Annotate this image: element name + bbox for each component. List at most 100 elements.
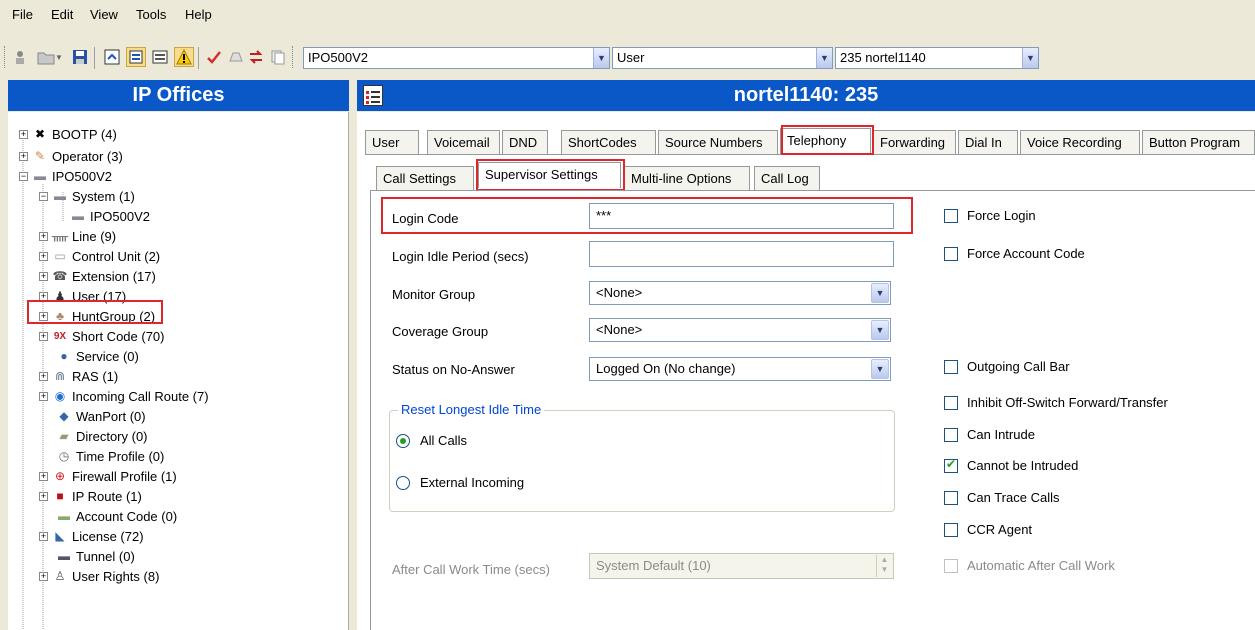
validate-icon[interactable]: [204, 47, 224, 67]
tree-item-directory[interactable]: ▰ Directory (0): [56, 426, 148, 446]
tab-dial-in[interactable]: Dial In: [958, 130, 1018, 154]
tree-item-ip-route[interactable]: + ■ IP Route (1): [39, 486, 142, 506]
force-login-checkbox[interactable]: [944, 209, 958, 223]
collapse-icon[interactable]: −: [19, 171, 28, 181]
telephony-tab-highlight: [781, 125, 874, 155]
tree-item-service[interactable]: ● Service (0): [56, 346, 138, 366]
subtab-multi-line-options[interactable]: Multi-line Options: [624, 166, 750, 190]
expand-icon[interactable]: +: [39, 231, 48, 241]
tree-item-system-ipo500v2[interactable]: ▬ IPO500V2: [70, 206, 150, 226]
record-type-select[interactable]: User ▼: [612, 47, 833, 69]
warning-icon[interactable]: [174, 47, 194, 67]
tree-item-ipo500v2[interactable]: − ▬ IPO500V2: [19, 166, 112, 186]
group-pane-icon[interactable]: [150, 47, 170, 67]
expand-icon[interactable]: +: [39, 531, 48, 541]
cannot-be-intruded-checkbox[interactable]: [944, 457, 958, 473]
tree-item-label: IP Route (1): [72, 488, 142, 504]
collapse-icon[interactable]: −: [39, 191, 48, 201]
expand-icon[interactable]: +: [39, 471, 48, 481]
tab-source-numbers[interactable]: Source Numbers: [658, 130, 778, 154]
save-icon[interactable]: [70, 47, 90, 67]
ccr-agent-checkbox[interactable]: [944, 523, 958, 537]
tree-item-tunnel[interactable]: ▬ Tunnel (0): [56, 546, 135, 566]
force-account-code-checkbox[interactable]: [944, 247, 958, 261]
expand-icon[interactable]: +: [39, 571, 48, 581]
tree-item-user-rights[interactable]: + ♙ User Rights (8): [39, 566, 159, 586]
can-intrude-checkbox[interactable]: [944, 428, 958, 442]
expand-icon[interactable]: +: [39, 371, 48, 381]
tree-item-extension[interactable]: + ☎ Extension (17): [39, 266, 156, 286]
pane-splitter[interactable]: [349, 80, 357, 630]
offline-icon[interactable]: [10, 47, 30, 67]
tree-item-system[interactable]: − ▬ System (1): [39, 186, 135, 206]
tab-user[interactable]: User: [365, 130, 419, 154]
all-calls-radio[interactable]: [396, 434, 410, 448]
open-folder-icon[interactable]: [36, 47, 56, 67]
expand-icon[interactable]: +: [39, 251, 48, 261]
expand-icon[interactable]: +: [39, 491, 48, 501]
coverage-group-value: <None>: [596, 322, 643, 337]
menu-file[interactable]: File: [12, 7, 33, 22]
can-trace-calls-checkbox[interactable]: [944, 491, 958, 505]
cannot-be-intruded-label: Cannot be Intruded: [967, 458, 1079, 473]
tree-item-incoming-call-route[interactable]: + ◉ Incoming Call Route (7): [39, 386, 209, 406]
system-select[interactable]: IPO500V2 ▼: [303, 47, 610, 69]
outgoing-call-bar-checkbox[interactable]: [944, 360, 958, 374]
expand-icon[interactable]: +: [19, 129, 28, 139]
subtab-call-log[interactable]: Call Log: [754, 166, 820, 190]
status-no-answer-value: Logged On (No change): [596, 361, 736, 376]
expand-icon[interactable]: +: [39, 271, 48, 281]
tab-voice-recording[interactable]: Voice Recording: [1020, 130, 1140, 154]
tab-voicemail[interactable]: Voicemail: [427, 130, 500, 154]
tab-button-programming[interactable]: Button Program: [1142, 130, 1255, 154]
record-select[interactable]: 235 nortel1140 ▼: [835, 47, 1039, 69]
chevron-down-icon[interactable]: ▼: [871, 283, 889, 303]
tab-dnd[interactable]: DND: [502, 130, 548, 154]
chevron-down-icon[interactable]: ▼: [871, 359, 889, 379]
tree-item-license[interactable]: + ◣ License (72): [39, 526, 144, 546]
outgoing-call-bar-label: Outgoing Call Bar: [967, 359, 1070, 374]
external-incoming-radio[interactable]: [396, 476, 410, 490]
chevron-down-icon[interactable]: ▼: [816, 48, 832, 68]
tree-item-control-unit[interactable]: + ▭ Control Unit (2): [39, 246, 160, 266]
tree-item-short-code[interactable]: +9X Short Code (70): [39, 326, 165, 346]
chevron-down-icon[interactable]: ▼: [593, 48, 609, 68]
tree-item-label: BOOTP (4): [52, 126, 117, 142]
menu-edit[interactable]: Edit: [51, 7, 73, 22]
tree-item-account-code[interactable]: ▬ Account Code (0): [56, 506, 177, 526]
tree-item-ras[interactable]: + ⋒ RAS (1): [39, 366, 118, 386]
expand-icon[interactable]: +: [19, 151, 28, 161]
tree-item-wanport[interactable]: ◆ WanPort (0): [56, 406, 145, 426]
chevron-down-icon[interactable]: ▼: [1022, 48, 1038, 68]
menu-view[interactable]: View: [90, 7, 118, 22]
tab-shortcodes[interactable]: ShortCodes: [561, 130, 656, 154]
tree-item-firewall-profile[interactable]: + ⊕ Firewall Profile (1): [39, 466, 177, 486]
menu-tools[interactable]: Tools: [136, 7, 166, 22]
expand-icon[interactable]: +: [39, 391, 48, 401]
chevron-down-icon[interactable]: ▼: [54, 47, 64, 67]
tree-item-label: Directory (0): [76, 428, 148, 444]
status-no-answer-select[interactable]: Logged On (No change) ▼: [589, 357, 891, 381]
inhibit-off-switch-checkbox[interactable]: [944, 396, 958, 410]
tree-item-bootp[interactable]: + ✖ BOOTP (4): [19, 124, 117, 144]
chevron-down-icon[interactable]: ▼: [871, 320, 889, 340]
navigation-pane-icon[interactable]: [126, 47, 146, 67]
tree-item-operator[interactable]: + ✎ Operator (3): [19, 146, 123, 166]
collapse-icon[interactable]: [102, 47, 122, 67]
system-select-value: IPO500V2: [308, 50, 368, 65]
monitor-group-select[interactable]: <None> ▼: [589, 281, 891, 305]
tab-forwarding[interactable]: Forwarding: [873, 130, 956, 154]
tree-item-line[interactable]: + ᚅ Line (9): [39, 226, 116, 246]
coverage-group-select[interactable]: <None> ▼: [589, 318, 891, 342]
ccr-agent-label: CCR Agent: [967, 522, 1033, 537]
expand-icon[interactable]: +: [39, 331, 48, 341]
login-idle-period-input[interactable]: [589, 241, 894, 267]
clear-icon[interactable]: [226, 47, 246, 67]
subtab-call-settings[interactable]: Call Settings: [376, 166, 474, 190]
coverage-group-label: Coverage Group: [392, 324, 489, 339]
tree-item-label: IPO500V2: [90, 208, 150, 224]
copy-icon[interactable]: [268, 47, 288, 67]
swap-arrows-icon[interactable]: [246, 47, 266, 67]
tree-item-time-profile[interactable]: ◷ Time Profile (0): [56, 446, 165, 466]
menu-help[interactable]: Help: [185, 7, 212, 22]
